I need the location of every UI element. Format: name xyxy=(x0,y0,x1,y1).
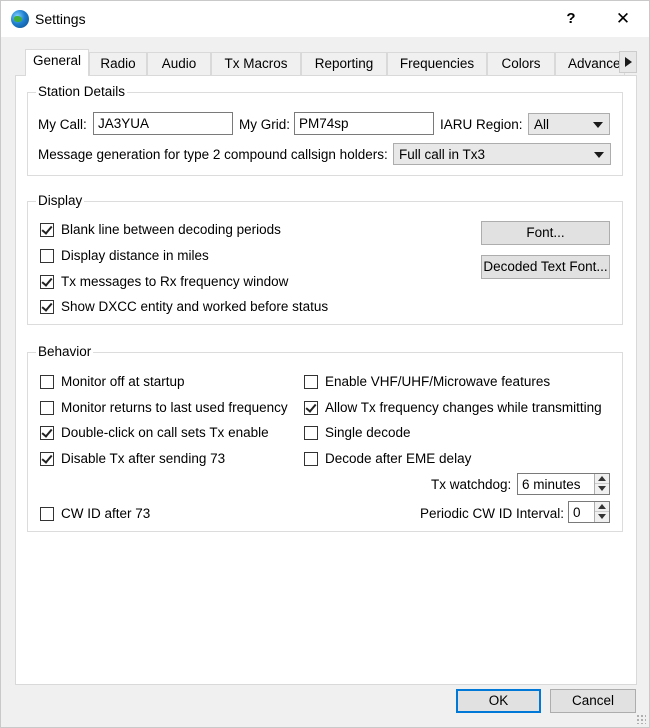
tx-watchdog-label: Tx watchdog: xyxy=(431,477,512,492)
globe-icon xyxy=(11,10,29,28)
close-button[interactable]: ✕ xyxy=(611,7,635,31)
msg-gen-label: Message generation for type 2 compound c… xyxy=(38,147,388,162)
font-button[interactable]: Font... xyxy=(481,221,610,245)
behavior-check-eme-delay[interactable]: Decode after EME delay xyxy=(304,450,604,470)
spin-divider xyxy=(595,483,609,484)
settings-window: Settings ? ✕ General Radio Audio Tx Macr… xyxy=(0,0,650,728)
check-label: Single decode xyxy=(325,425,411,440)
checkbox[interactable] xyxy=(40,249,54,263)
ok-button[interactable]: OK xyxy=(456,689,541,713)
behavior-check-disable-tx[interactable]: Disable Tx after sending 73 xyxy=(40,450,300,470)
check-label: Show DXCC entity and worked before statu… xyxy=(61,299,329,314)
display-check-tx-rx[interactable]: Tx messages to Rx frequency window xyxy=(40,273,340,293)
behavior-check-double-click[interactable]: Double-click on call sets Tx enable xyxy=(40,424,300,444)
spin-down-icon[interactable] xyxy=(598,514,606,519)
display-check-dxcc[interactable]: Show DXCC entity and worked before statu… xyxy=(40,298,380,318)
my-call-label: My Call: xyxy=(38,117,87,132)
display-title: Display xyxy=(36,193,85,208)
tab-reporting[interactable]: Reporting xyxy=(301,52,387,76)
station-details-group: Station Details My Call: JA3YUA My Grid:… xyxy=(27,84,623,176)
iaru-region-select[interactable]: All xyxy=(528,113,610,135)
msg-gen-value: Full call in Tx3 xyxy=(399,147,486,162)
tab-bar: General Radio Audio Tx Macros Reporting … xyxy=(15,49,637,76)
checkbox[interactable] xyxy=(304,375,318,389)
checkbox[interactable] xyxy=(304,401,318,415)
checkbox[interactable] xyxy=(40,401,54,415)
display-check-miles[interactable]: Display distance in miles xyxy=(40,247,340,267)
behavior-check-single-decode[interactable]: Single decode xyxy=(304,424,604,444)
checkbox[interactable] xyxy=(40,375,54,389)
tab-radio[interactable]: Radio xyxy=(89,52,147,76)
behavior-check-cw-id[interactable]: CW ID after 73 xyxy=(40,505,240,525)
window-title: Settings xyxy=(35,11,86,27)
cancel-button[interactable]: Cancel xyxy=(550,689,636,713)
chevron-down-icon xyxy=(593,122,603,128)
separator xyxy=(27,184,623,185)
spin-up-icon[interactable] xyxy=(598,476,606,481)
checkbox[interactable] xyxy=(40,275,54,289)
my-grid-label: My Grid: xyxy=(239,117,291,132)
checkbox[interactable] xyxy=(304,426,318,440)
cw-interval-value: 0 xyxy=(573,505,581,520)
behavior-check-monitor-off[interactable]: Monitor off at startup xyxy=(40,373,300,393)
decoded-text-font-button[interactable]: Decoded Text Font... xyxy=(481,255,610,279)
tx-watchdog-value: 6 minutes xyxy=(522,477,581,492)
behavior-check-vhf[interactable]: Enable VHF/UHF/Microwave features xyxy=(304,373,604,393)
spin-buttons[interactable] xyxy=(594,474,609,494)
cw-interval-label: Periodic CW ID Interval: xyxy=(420,506,565,521)
display-check-blank-line[interactable]: Blank line between decoding periods xyxy=(40,221,340,241)
tab-advanced[interactable]: Advanced xyxy=(555,52,625,76)
spin-divider xyxy=(595,511,609,512)
behavior-title: Behavior xyxy=(36,344,94,359)
display-group: Display Blank line between decoding peri… xyxy=(27,193,623,325)
station-details-title: Station Details xyxy=(36,84,128,99)
general-panel: Station Details My Call: JA3YUA My Grid:… xyxy=(15,75,637,685)
check-label: Decode after EME delay xyxy=(325,451,472,466)
iaru-region-value: All xyxy=(534,117,550,132)
tx-watchdog-spinbox[interactable]: 6 minutes xyxy=(517,473,610,495)
msg-gen-select[interactable]: Full call in Tx3 xyxy=(393,143,611,165)
cw-interval-spinbox[interactable]: 0 xyxy=(568,501,610,523)
checkbox[interactable] xyxy=(40,452,54,466)
tab-general[interactable]: General xyxy=(25,49,89,76)
behavior-check-monitor-returns[interactable]: Monitor returns to last used frequency xyxy=(40,399,300,419)
checkbox[interactable] xyxy=(40,300,54,314)
title-bar: Settings ? ✕ xyxy=(1,1,649,37)
check-label: Monitor returns to last used frequency xyxy=(61,400,288,415)
spin-down-icon[interactable] xyxy=(598,486,606,491)
check-label: Double-click on call sets Tx enable xyxy=(61,425,269,440)
check-label: Enable VHF/UHF/Microwave features xyxy=(325,374,551,389)
check-label: Display distance in miles xyxy=(61,248,209,263)
my-grid-input[interactable]: PM74sp xyxy=(294,112,434,135)
chevron-down-icon xyxy=(594,152,604,158)
tab-colors[interactable]: Colors xyxy=(487,52,555,76)
tab-tx-macros[interactable]: Tx Macros xyxy=(211,52,301,76)
tab-audio[interactable]: Audio xyxy=(147,52,211,76)
check-label: Tx messages to Rx frequency window xyxy=(61,274,289,289)
tab-frequencies[interactable]: Frequencies xyxy=(387,52,487,76)
check-label: Blank line between decoding periods xyxy=(61,222,281,237)
iaru-region-label: IARU Region: xyxy=(440,117,523,132)
spin-buttons[interactable] xyxy=(594,502,609,522)
spin-up-icon[interactable] xyxy=(598,504,606,509)
checkbox[interactable] xyxy=(40,426,54,440)
help-button[interactable]: ? xyxy=(559,7,583,31)
tab-scroll-right-icon[interactable] xyxy=(619,51,637,73)
my-call-input[interactable]: JA3YUA xyxy=(93,112,233,135)
check-label: Allow Tx frequency changes while transmi… xyxy=(325,400,602,415)
checkbox[interactable] xyxy=(40,223,54,237)
check-label: CW ID after 73 xyxy=(61,506,151,521)
check-label: Monitor off at startup xyxy=(61,374,185,389)
resize-grip-icon[interactable] xyxy=(636,714,646,724)
checkbox[interactable] xyxy=(304,452,318,466)
separator xyxy=(27,334,623,335)
checkbox[interactable] xyxy=(40,507,54,521)
behavior-check-allow-tx-change[interactable]: Allow Tx frequency changes while transmi… xyxy=(304,399,614,419)
behavior-group: Behavior Monitor off at startup Monitor … xyxy=(27,344,623,532)
check-label: Disable Tx after sending 73 xyxy=(61,451,226,466)
